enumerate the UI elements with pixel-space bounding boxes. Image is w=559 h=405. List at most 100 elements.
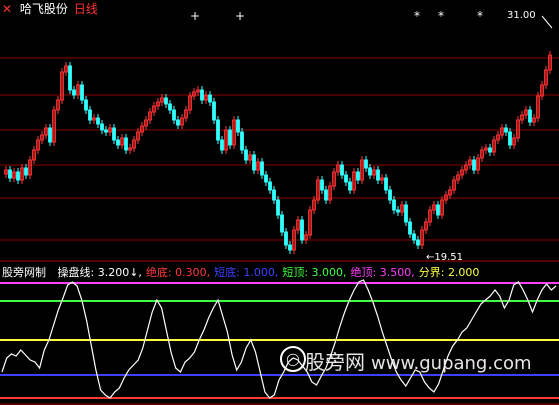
- candle-body: [260, 161, 264, 176]
- watermark-text: 股旁网: [305, 350, 365, 374]
- indicator-item-label: 短顶: [282, 266, 305, 279]
- candle-body: [168, 103, 172, 111]
- indicator-item-label: 短底: [214, 266, 237, 279]
- candle-body: [472, 159, 476, 171]
- candle-body: [388, 189, 392, 201]
- star-marker-icon: *: [414, 9, 420, 23]
- candle-body: [264, 174, 268, 183]
- candle-body: [124, 137, 128, 151]
- candle-body: [392, 199, 396, 211]
- low-price-value: 19.51: [434, 252, 464, 263]
- indicator-comma: ,: [206, 266, 211, 279]
- indicator-item-value: 3.500: [379, 266, 412, 279]
- candle-body: [280, 214, 284, 233]
- buy-marker-icon: +: [190, 9, 200, 23]
- indicator-item-value: 2.000: [447, 266, 480, 279]
- candlestick-series: [4, 51, 552, 254]
- indicator-item-label: 绝底: [145, 266, 168, 279]
- candle-body: [100, 123, 104, 131]
- candle-body: [344, 174, 348, 183]
- candle-body: [368, 167, 372, 176]
- candle-body: [216, 119, 220, 141]
- candle-body: [84, 99, 88, 111]
- candle-body: [272, 189, 276, 201]
- candle-body: [528, 109, 532, 123]
- candle-body: [276, 199, 280, 216]
- candle-body: [384, 177, 388, 191]
- candle-body: [236, 119, 240, 133]
- close-icon[interactable]: ✕: [2, 2, 12, 16]
- candle-body: [396, 209, 400, 213]
- candle-body: [176, 119, 180, 126]
- candle-body: [436, 204, 440, 216]
- candle-body: [48, 127, 52, 143]
- candle-body: [340, 164, 344, 176]
- candle-body: [112, 127, 116, 141]
- indicator-item-value: 3.000: [311, 266, 344, 279]
- watermark-url: www.gupang.com: [371, 353, 532, 374]
- candle-body: [116, 139, 120, 146]
- candle-body: [324, 189, 328, 201]
- chart-title-bar: ✕ 哈飞股份 日线: [2, 0, 98, 17]
- indicator-comma: ,: [411, 266, 415, 279]
- candle-body: [228, 129, 232, 146]
- watermark: 股旁网 www.gupang.com: [305, 346, 532, 375]
- kline-chart[interactable]: + + * * *: [0, 0, 559, 405]
- indicator-legend: 股旁网制 操盘线: 3.200↓, 绝底: 0.300, 短底: 1.000, 短顶:…: [2, 264, 483, 280]
- indicator-panel: [0, 279, 559, 399]
- indicator-item-sep: :: [90, 266, 98, 279]
- indicator-item: 分界: 2.000: [419, 266, 480, 279]
- candle-body: [320, 179, 324, 191]
- candle-body: [252, 154, 256, 171]
- high-price-label: 31.00: [507, 10, 536, 21]
- indicator-item-sep: :: [372, 266, 380, 279]
- candle-body: [72, 89, 76, 96]
- candle-body: [200, 89, 204, 101]
- star-marker-icon: *: [438, 9, 444, 23]
- candle-body: [364, 159, 368, 169]
- indicator-item-label: 操盘线: [57, 266, 91, 279]
- indicator-item: 操盘线: 3.200↓,: [58, 266, 142, 279]
- price-annotations: [541, 15, 553, 29]
- candle-body: [404, 204, 408, 223]
- candle-body: [408, 221, 412, 235]
- low-price-label: ←19.51: [426, 252, 463, 263]
- candle-body: [212, 101, 216, 121]
- indicator-item: 绝顶: 3.500,: [351, 266, 415, 279]
- candle-body: [24, 167, 28, 176]
- candle-body: [172, 109, 176, 121]
- candle-body: [240, 131, 244, 151]
- indicator-name: 股旁网制: [2, 266, 46, 279]
- indicator-comma: ,: [274, 266, 279, 279]
- indicator-item: 短底: 1.000,: [214, 266, 278, 279]
- candle-body: [8, 169, 12, 179]
- indicator-item-sep: :: [440, 266, 448, 279]
- indicator-item-label: 分界: [418, 266, 441, 279]
- candle-body: [508, 131, 512, 146]
- candle-body: [284, 231, 288, 246]
- star-marker-icon: *: [477, 9, 483, 23]
- candle-body: [348, 181, 352, 191]
- candle-body: [300, 219, 304, 241]
- candle-body: [80, 84, 84, 101]
- candle-body: [376, 169, 380, 181]
- indicator-item-value: 0.300: [175, 266, 207, 279]
- candle-body: [96, 117, 100, 125]
- indicator-item-label: 绝顶: [350, 266, 373, 279]
- buy-marker-icon: +: [235, 9, 245, 23]
- candle-body: [268, 181, 272, 191]
- candle-body: [16, 171, 20, 181]
- candle-body: [68, 65, 72, 91]
- candle-body: [288, 244, 292, 251]
- candle-body: [504, 127, 508, 133]
- candle-body: [220, 139, 224, 151]
- stock-name: 哈飞股份: [19, 2, 68, 16]
- candle-body: [412, 233, 416, 241]
- candle-body: [208, 94, 212, 103]
- candle-body: [88, 109, 92, 121]
- candle-body: [488, 147, 492, 153]
- indicator-item-sep: :: [304, 266, 312, 279]
- candle-body: [416, 239, 420, 246]
- high-price-value: 31.00: [507, 10, 536, 21]
- signal-markers: + + * * *: [190, 9, 483, 23]
